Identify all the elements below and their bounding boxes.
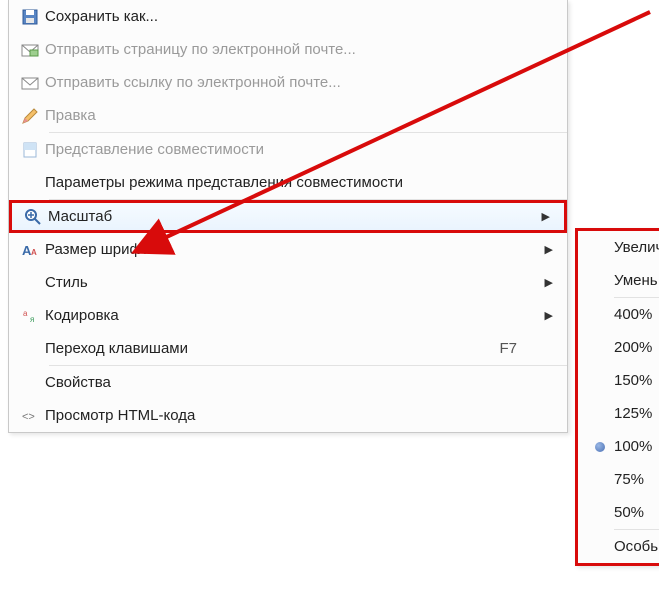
font-size-icon: AA (15, 240, 45, 260)
mail-link-icon (15, 73, 45, 93)
submenu-item-400[interactable]: 400% (578, 298, 659, 331)
menu-item-edit[interactable]: Правка (9, 99, 567, 132)
menu-label: Правка (45, 107, 567, 124)
svg-text:<>: <> (22, 411, 35, 423)
submenu-label: 125% (614, 405, 659, 422)
chevron-right-icon: ▶ (542, 210, 550, 223)
submenu-item-custom[interactable]: Особь (578, 530, 659, 563)
menu-item-properties[interactable]: Свойства (9, 366, 567, 399)
svg-text:а: а (23, 309, 28, 318)
shortcut-label: F7 (499, 340, 567, 357)
radio-selected-icon (586, 442, 614, 452)
save-icon (15, 7, 45, 27)
submenu-label: 150% (614, 372, 659, 389)
menu-item-zoom[interactable]: Масштаб ▶ (9, 200, 567, 233)
compat-icon (15, 140, 45, 160)
submenu-label: 75% (614, 471, 659, 488)
menu-item-encoding[interactable]: ая Кодировка ▶ (9, 299, 567, 332)
chevron-right-icon: ▶ (545, 309, 553, 322)
submenu-label: Особь (614, 538, 659, 555)
menu-label: Просмотр HTML-кода (45, 407, 567, 424)
chevron-right-icon: ▶ (545, 276, 553, 289)
menu-item-compat-params[interactable]: Параметры режима представления совместим… (9, 166, 567, 199)
submenu-label: 50% (614, 504, 659, 521)
menu-label: Сохранить как... (45, 8, 567, 25)
submenu-item-50[interactable]: 50% (578, 496, 659, 529)
svg-text:A: A (31, 248, 37, 257)
submenu-item-zoom-in[interactable]: Увелич (578, 231, 659, 264)
pencil-icon (15, 106, 45, 126)
submenu-item-75[interactable]: 75% (578, 463, 659, 496)
menu-label: Отправить страницу по электронной почте.… (45, 41, 567, 58)
submenu-item-125[interactable]: 125% (578, 397, 659, 430)
menu-label: Стиль (45, 274, 567, 291)
menu-item-send-page-email[interactable]: Отправить страницу по электронной почте.… (9, 33, 567, 66)
menu-item-font-size[interactable]: AA Размер шрифта ▶ (9, 233, 567, 266)
menu-label: Представление совместимости (45, 141, 567, 158)
submenu-label: 200% (614, 339, 659, 356)
menu-label: Кодировка (45, 307, 567, 324)
menu-item-view-source[interactable]: <> Просмотр HTML-кода (9, 399, 567, 432)
menu-label: Отправить ссылку по электронной почте... (45, 74, 567, 91)
menu-label: Размер шрифта (45, 241, 567, 258)
menu-item-compat-view[interactable]: Представление совместимости (9, 133, 567, 166)
submenu-item-zoom-out[interactable]: Умень (578, 264, 659, 297)
zoom-submenu: Увелич Умень 400% 200% 150% 125% 100% 75… (575, 228, 659, 566)
submenu-label: Увелич (614, 239, 659, 256)
menu-item-caret-browsing[interactable]: Переход клавишами F7 (9, 332, 567, 365)
submenu-item-150[interactable]: 150% (578, 364, 659, 397)
source-icon: <> (15, 406, 45, 426)
submenu-item-200[interactable]: 200% (578, 331, 659, 364)
main-context-menu: Сохранить как... Отправить страницу по э… (8, 0, 568, 433)
submenu-label: 400% (614, 306, 659, 323)
menu-label: Свойства (45, 374, 567, 391)
menu-item-style[interactable]: Стиль ▶ (9, 266, 567, 299)
menu-item-save-as[interactable]: Сохранить как... (9, 0, 567, 33)
submenu-label: Умень (614, 272, 659, 289)
menu-item-send-link-email[interactable]: Отправить ссылку по электронной почте... (9, 66, 567, 99)
mail-page-icon (15, 40, 45, 60)
svg-text:я: я (30, 315, 34, 324)
menu-label: Масштаб (48, 208, 564, 225)
encoding-icon: ая (15, 306, 45, 326)
menu-label: Параметры режима представления совместим… (45, 174, 567, 191)
zoom-icon (18, 207, 48, 227)
chevron-right-icon: ▶ (545, 243, 553, 256)
submenu-label: 100% (614, 438, 659, 455)
menu-label: Переход клавишами (45, 340, 499, 357)
submenu-item-100[interactable]: 100% (578, 430, 659, 463)
